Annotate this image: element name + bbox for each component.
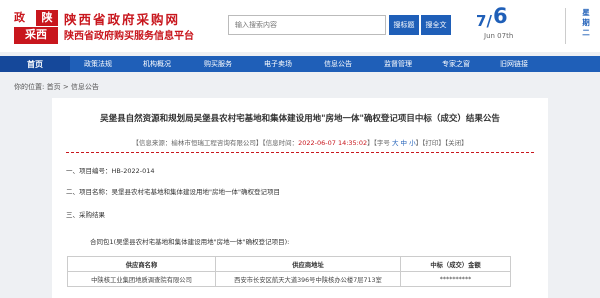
meta-date: 2022-06-07 14:35:02 (298, 139, 368, 147)
main-nav: 首页 政策法规 机构概况 购买服务 电子卖场 信息公告 监督管理 专家之窗 旧网… (0, 56, 600, 72)
site-logo[interactable]: 政 陕 采西 (14, 10, 58, 44)
nav-item-home[interactable]: 首页 (0, 56, 70, 72)
project-name: 二、项目名称：吴堡县农村宅基地和集体建设用地"房地一体"确权登记项目 (66, 188, 280, 196)
award-amount-value: ********** (439, 275, 472, 283)
nav-item-org[interactable]: 机构概况 (126, 56, 188, 72)
meta-divider (66, 152, 534, 153)
site-header: 政 陕 采西 陕西省政府采购网 陕西省政府购买服务信息平台 搜标题 搜全文 7/… (0, 0, 600, 52)
search-title-button[interactable]: 搜标题 (389, 15, 419, 35)
logo-char: 陕 (36, 10, 58, 26)
search-fulltext-button[interactable]: 搜全文 (421, 15, 451, 35)
table-header: 供应商名称 (67, 256, 216, 272)
date-day: 6 (493, 4, 508, 28)
weekday: 星期二 (582, 8, 590, 37)
breadcrumb-home-link[interactable]: 首页 (47, 83, 61, 91)
breadcrumb: 你的位置: 首页 > 信息公告 (14, 82, 99, 92)
breadcrumb-current[interactable]: 信息公告 (71, 83, 99, 91)
meta-actions[interactable]: 】【打印】【关闭】 (416, 139, 468, 147)
site-name: 陕西省政府采购网 (64, 12, 181, 27)
nav-item-services[interactable]: 购买服务 (188, 56, 248, 72)
table-row: 中陕核工业集团地质调查院有限公司 西安市长安区航天大道396号中陕核办公楼7层7… (67, 271, 511, 287)
nav-item-emall[interactable]: 电子卖场 (248, 56, 308, 72)
table-header: 供应商地址 (215, 256, 401, 272)
result-table: 供应商名称 供应商地址 中标（成交）金额 中陕核工业集团地质调查院有限公司 西安… (67, 256, 511, 287)
nav-item-supervision[interactable]: 监督管理 (368, 56, 428, 72)
article-meta: 【信息来源：榆林市恒瑞工程咨询有限公司】【信息时间：2022-06-07 14:… (52, 137, 548, 147)
font-size-links[interactable]: 大 中 小 (392, 139, 416, 147)
breadcrumb-separator: > (60, 83, 71, 91)
supplier-address: 西安市长安区航天大道396号中陕核办公楼7层713室 (215, 271, 401, 287)
award-amount: ********** (400, 271, 511, 287)
date-month: 7/ (476, 12, 492, 30)
logo-char: 政 (14, 11, 25, 24)
date-divider (565, 8, 566, 44)
table-header: 中标（成交）金额 (400, 256, 511, 272)
meta-size-prefix: 】【字号 (367, 139, 392, 147)
section-heading-results: 三、采购结果 (66, 211, 105, 219)
site-subtitle: 陕西省政府购买服务信息平台 (64, 31, 194, 42)
article-title: 吴堡县自然资源和规划局吴堡县农村宅基地和集体建设用地"房地一体"确权登记项目中标… (100, 114, 500, 124)
project-number: 一、项目编号：HB-2022-014 (66, 167, 155, 175)
logo-char: 采西 (14, 27, 58, 44)
nav-item-policy[interactable]: 政策法规 (70, 56, 126, 72)
nav-item-old-site[interactable]: 旧网链接 (484, 56, 544, 72)
nav-item-announcements[interactable]: 信息公告 (308, 56, 368, 72)
supplier-name: 中陕核工业集团地质调查院有限公司 (67, 271, 216, 287)
search-input[interactable] (228, 15, 386, 35)
nav-item-experts[interactable]: 专家之窗 (428, 56, 484, 72)
table-header-row: 供应商名称 供应商地址 中标（成交）金额 (67, 256, 511, 272)
breadcrumb-prefix: 你的位置: (14, 83, 45, 91)
contract-package: 合同包1(吴堡县农村宅基地和集体建设用地"房地一体"确权登记项目): (90, 238, 290, 246)
meta-source: 【信息来源：榆林市恒瑞工程咨询有限公司】【信息时间： (132, 139, 299, 147)
date-english: Jun 07th (484, 32, 514, 40)
